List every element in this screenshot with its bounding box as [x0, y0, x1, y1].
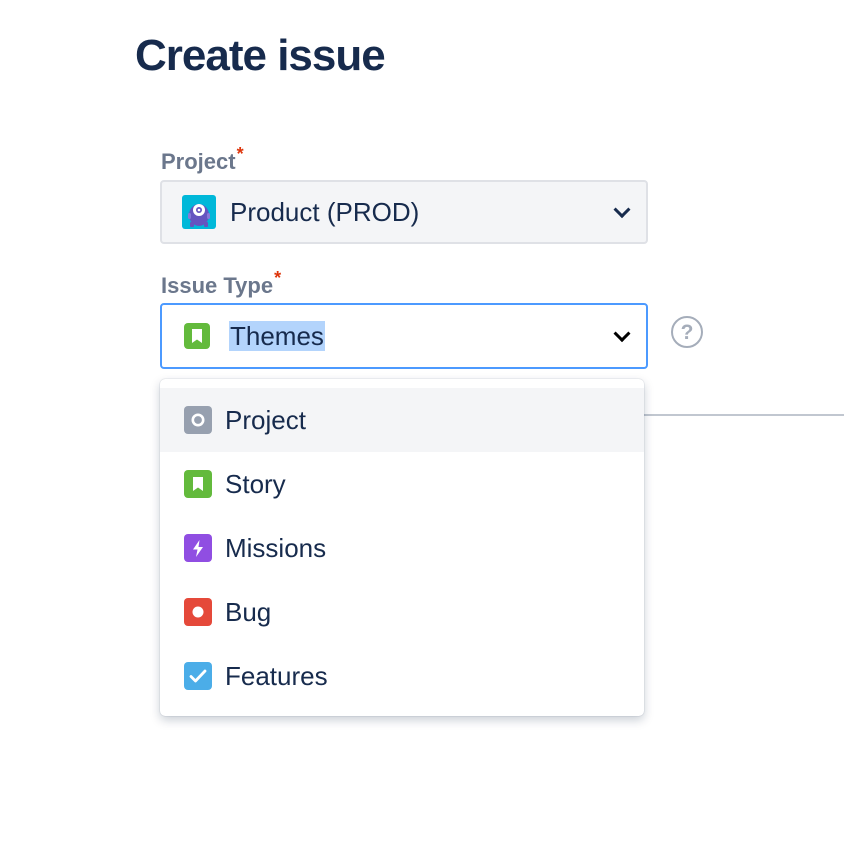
issue-type-input[interactable]: Themes [229, 319, 325, 353]
chevron-down-icon [613, 325, 631, 343]
bug-dot-icon [184, 598, 212, 626]
required-asterisk: * [236, 144, 244, 164]
lightning-icon [184, 534, 212, 562]
help-icon[interactable]: ? [671, 316, 703, 348]
issue-type-label: Issue Type* [161, 268, 281, 301]
dropdown-option-label: Missions [225, 532, 327, 563]
issue-type-select[interactable]: Themes [160, 303, 648, 369]
issue-type-dropdown-menu: Project Story Missions Bug Features [160, 379, 644, 716]
project-select-value: Product (PROD) [230, 197, 420, 227]
dropdown-option-label: Features [225, 660, 328, 691]
project-label: Project* [161, 144, 244, 177]
issue-type-selected-text: Themes [229, 321, 325, 351]
project-icon [184, 406, 212, 434]
dropdown-option-story[interactable]: Story [160, 452, 644, 516]
story-bookmark-icon [184, 470, 212, 498]
page-title: Create issue [135, 31, 386, 80]
project-label-text: Project [161, 149, 236, 174]
create-issue-page: Create issue Project* Product (PROD) Iss… [0, 0, 844, 860]
chevron-down-icon [613, 201, 631, 219]
story-bookmark-icon [184, 323, 210, 349]
dropdown-option-label: Project [225, 404, 306, 435]
dropdown-option-missions[interactable]: Missions [160, 516, 644, 580]
required-asterisk: * [274, 268, 282, 288]
project-select[interactable]: Product (PROD) [160, 180, 648, 244]
product-avatar-icon [182, 195, 216, 229]
dropdown-option-features[interactable]: Features [160, 644, 644, 708]
dropdown-option-label: Story [225, 468, 286, 499]
dropdown-option-project[interactable]: Project [160, 388, 644, 452]
dropdown-option-bug[interactable]: Bug [160, 580, 644, 644]
section-divider [644, 414, 844, 416]
issue-type-label-text: Issue Type [161, 273, 274, 298]
dropdown-option-label: Bug [225, 596, 272, 627]
checkmark-icon [184, 662, 212, 690]
